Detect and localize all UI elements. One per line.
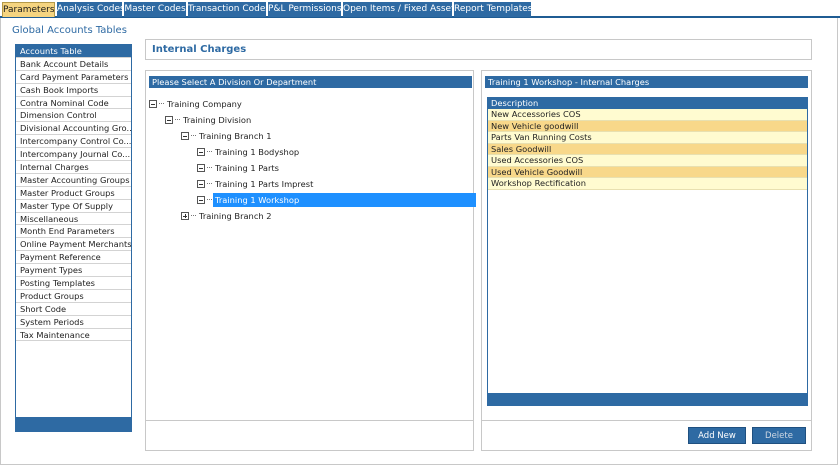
list-item[interactable]: Internal Charges [16,161,131,174]
list-item[interactable]: Short Code [16,303,131,316]
collapse-icon[interactable] [181,131,189,140]
list-item[interactable]: Intercompany Journal Co... [16,148,131,162]
tab-report-templates[interactable]: Report Templates [454,2,531,17]
tree-node-label[interactable]: Training 1 Bodyshop [213,147,301,157]
page-title-bar: Internal Charges [145,39,812,60]
list-item[interactable]: Intercompany Control Co... [16,135,131,149]
tree-connector [207,167,212,168]
column-header-description[interactable]: Description [488,98,807,109]
tree-panel-header: Please Select A Division Or Department [149,76,472,88]
collapse-icon[interactable] [149,99,157,108]
delete-button[interactable]: Delete [752,427,806,444]
tree-connector [207,151,212,152]
tree-node-label[interactable]: Training Branch 1 [197,131,274,141]
accounts-table-list: Accounts Table Bank Account Details Card P… [15,44,132,432]
top-tab-bar: Parameters Analysis Codes Master Codes T… [0,0,840,18]
list-item[interactable]: Payment Reference [16,251,131,265]
tree-connector [207,199,212,200]
list-item[interactable]: Posting Templates [16,277,131,290]
collapse-icon[interactable] [197,179,205,188]
tree-node[interactable]: Training Branch 1 [181,128,274,142]
add-new-button[interactable]: Add New [688,427,746,444]
list-item[interactable]: Month End Parameters [16,225,131,239]
list-item[interactable]: Master Product Groups [16,187,131,200]
list-item[interactable]: Bank Account Details [16,58,131,71]
list-item[interactable]: Cash Book Imports [16,84,131,97]
tree-connector [175,119,180,120]
list-item[interactable]: Card Payment Parameters [16,71,131,84]
tree-connector [191,135,196,136]
tree-node[interactable]: Training Branch 2 [181,208,274,222]
tree-node[interactable]: Training Division [165,112,253,126]
collapse-icon[interactable] [197,147,205,156]
tab-open-items-fixed-assets[interactable]: Open Items / Fixed Assets [343,2,452,17]
tree-node-label[interactable]: Training 1 Parts Imprest [213,179,315,189]
tree-node[interactable]: Training 1 Parts [197,160,281,174]
collapse-icon[interactable] [197,163,205,172]
tree-node[interactable]: Training 1 Bodyshop [197,144,301,158]
tree-node-label[interactable]: Training Branch 2 [197,211,274,221]
collapse-icon[interactable] [165,115,173,124]
list-item[interactable]: Product Groups [16,290,131,303]
table-footer-bar [488,393,807,405]
table-row[interactable]: Used Vehicle Goodwill [488,166,807,178]
table-row[interactable]: New Accessories COS [488,109,807,121]
tree-node-label[interactable]: Training Company [165,99,244,109]
list-item[interactable]: Dimension Control [16,109,131,123]
division-tree-panel: Please Select A Division Or Department T… [145,70,476,451]
collapse-icon[interactable] [197,195,205,204]
table-row[interactable]: Workshop Rectification [488,178,807,190]
tree-node-label[interactable]: Training Division [181,115,253,125]
tab-analysis-codes[interactable]: Analysis Codes [57,2,122,17]
list-item[interactable]: Divisional Accounting Gro... [16,122,131,136]
section-title: Global Accounts Tables [12,25,127,36]
list-item[interactable]: Contra Nominal Code [16,97,131,110]
list-item[interactable]: Accounts Table [16,45,131,58]
list-item[interactable]: Master Type Of Supply [16,200,131,213]
page-title: Internal Charges [152,44,247,55]
list-item[interactable]: Tax Maintenance [16,329,131,342]
list-footer-bar [16,417,131,431]
table-row[interactable]: Used Accessories COS [488,155,807,167]
tree-node[interactable]: Training 1 Workshop [197,192,476,207]
charges-table: Description New Accessories COS New Vehic… [487,97,808,406]
tree-connector [207,183,212,184]
table-row[interactable]: Sales Goodwill [488,143,807,155]
divider [146,420,473,421]
table-row[interactable]: New Vehicle goodwill [488,120,807,132]
tree-node-label[interactable]: Training 1 Parts [213,163,281,173]
divider [482,420,811,421]
tree-node-label[interactable]: Training 1 Workshop [213,192,476,207]
tree-node[interactable]: Training 1 Parts Imprest [197,176,315,190]
tree-connector [191,215,196,216]
expand-icon[interactable] [181,211,189,220]
list-item[interactable]: Online Payment Merchants [16,238,131,252]
list-item[interactable]: System Periods [16,316,131,329]
tab-pl-permissions[interactable]: P&L Permissions [268,2,341,17]
tab-parameters[interactable]: Parameters [2,2,55,17]
table-row[interactable]: Parts Van Running Costs [488,132,807,144]
charges-panel-header: Training 1 Workshop - Internal Charges [485,76,808,88]
list-item[interactable]: Master Accounting Groups [16,174,131,187]
internal-charges-panel: Training 1 Workshop - Internal Charges D… [481,70,812,451]
tree-connector [159,103,164,104]
tree-node[interactable]: Training Company [149,96,244,110]
list-item[interactable]: Miscellaneous [16,213,131,226]
list-item[interactable]: Payment Types [16,264,131,278]
tab-master-codes[interactable]: Master Codes [124,2,186,17]
tab-transaction-codes[interactable]: Transaction Codes [188,2,266,17]
